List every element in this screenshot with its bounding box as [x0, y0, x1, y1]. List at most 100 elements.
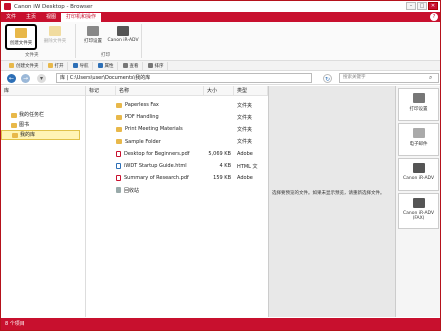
- toolbar-sort[interactable]: 排序: [145, 61, 168, 70]
- address-field[interactable]: 库 | C:\Users\user\Documents\我的库: [56, 73, 312, 83]
- help-icon[interactable]: ?: [430, 13, 438, 21]
- printer-icon: [412, 163, 425, 173]
- history-dropdown-icon[interactable]: ▾: [37, 74, 46, 83]
- name-cell: Desktop for Beginners.pdf: [116, 150, 204, 157]
- ribbon-tabs: 文件 主页 视图 打印机和操作 ?: [1, 12, 440, 22]
- printer-settings-icon: [412, 93, 425, 103]
- item-name: 回收站: [124, 187, 140, 194]
- column-name[interactable]: 名称: [116, 86, 204, 95]
- list-item[interactable]: PDF Handling 文件夹: [86, 111, 268, 123]
- delete-folder-button[interactable]: 删除文件夹: [39, 24, 71, 50]
- file-list: 标记 名称 大小 类型 Paperless Fax 文件夹 PDF Handling…: [86, 86, 268, 317]
- toolbar-properties[interactable]: 属性: [95, 61, 118, 70]
- minimize-button[interactable]: –: [406, 2, 416, 10]
- canon-printer-button[interactable]: Canon iR-ADV: [107, 24, 139, 52]
- tab-view[interactable]: 视图: [41, 12, 61, 22]
- list-item[interactable]: Paperless Fax 文件夹: [86, 99, 268, 111]
- tree-item-my-library[interactable]: 我的库: [1, 130, 80, 140]
- tree-item-label: 图书: [19, 122, 30, 128]
- delete-folder-label: 删除文件夹: [43, 39, 67, 44]
- view-icon: [122, 63, 128, 68]
- type-cell: Adobe: [237, 175, 253, 182]
- name-cell: iWDT Startup Guide.html: [116, 163, 204, 170]
- canon-printer-label: Canon iR-ADV: [107, 38, 139, 43]
- folder-icon: [116, 139, 122, 145]
- output-label: 打印设置: [409, 107, 428, 112]
- name-cell: Summary of Research.pdf: [116, 175, 204, 182]
- group-divider: [75, 24, 76, 58]
- back-button[interactable]: ←: [7, 74, 16, 83]
- list-item[interactable]: Print Meeting Materials 文件夹: [86, 123, 268, 135]
- toolbar-label: 排序: [154, 63, 164, 69]
- preview-pane: 选择要预览的文件。如果未显示预览，请重新选择文件。: [268, 86, 395, 317]
- tree-item-favorites[interactable]: 我的任务栏: [1, 110, 85, 120]
- name-cell: Sample Folder: [116, 139, 204, 145]
- item-name: Desktop for Beginners.pdf: [124, 150, 190, 157]
- navigation-pane: 库 我的任务栏 图书 我的库: [1, 86, 86, 317]
- new-folder-label: 创建文件夹: [9, 41, 33, 46]
- output-canon-fax-button[interactable]: Canon iR-ADV (FAX): [398, 193, 439, 229]
- address-bar: ← → ▾ 库 | C:\Users\user\Documents\我的库 ↻ …: [1, 71, 440, 85]
- print-settings-label: 打印设置: [84, 39, 102, 44]
- group-divider: [141, 24, 142, 58]
- size-cell: 5,069 KB: [208, 150, 231, 157]
- folder-icon: [11, 122, 17, 128]
- title-bar: Canon iW Desktop - Browser – □ ✕: [1, 1, 440, 12]
- tab-printer[interactable]: 打印机和操作: [61, 13, 102, 22]
- output-email-button[interactable]: 电子邮件: [398, 123, 439, 156]
- output-print-settings-button[interactable]: 打印设置: [398, 88, 439, 121]
- list-item[interactable]: Summary of Research.pdf 159 KB Adobe: [86, 172, 268, 184]
- output-canon-printer-button[interactable]: Canon iR-ADV: [398, 158, 439, 191]
- close-button[interactable]: ✕: [428, 2, 438, 10]
- toolbar-view[interactable]: 查看: [120, 61, 143, 70]
- column-mark[interactable]: 标记: [86, 86, 116, 95]
- type-cell: HTML 文: [237, 163, 258, 170]
- toolbar-label: 导航: [79, 63, 89, 69]
- item-name: Print Meeting Materials: [125, 126, 183, 133]
- tab-home[interactable]: 主页: [21, 12, 41, 22]
- folder-icon: [116, 102, 122, 108]
- tab-file[interactable]: 文件: [1, 12, 21, 22]
- open-icon: [47, 63, 53, 68]
- list-item[interactable]: Desktop for Beginners.pdf 5,069 KB Adobe: [86, 148, 268, 160]
- list-item[interactable]: 回收站: [86, 184, 268, 196]
- folder-icon: [9, 63, 14, 68]
- toolbar-new-folder[interactable]: 创建文件夹: [6, 61, 43, 70]
- toolbar-label: 打开: [54, 63, 64, 69]
- window-title: Canon iW Desktop - Browser: [14, 3, 93, 10]
- item-name: PDF Handling: [125, 114, 159, 121]
- type-cell: 文件夹: [237, 114, 253, 121]
- item-name: Sample Folder: [125, 138, 161, 145]
- type-cell: 文件夹: [237, 139, 253, 146]
- column-size[interactable]: 大小: [204, 86, 234, 95]
- sort-icon: [147, 63, 153, 68]
- output-bar: 打印设置 电子邮件 Canon iR-ADV Canon iR-ADV (FAX…: [395, 86, 440, 317]
- print-settings-button[interactable]: 打印设置: [77, 24, 109, 50]
- search-input[interactable]: 搜索关键字: [339, 73, 439, 83]
- new-folder-button[interactable]: 创建文件夹: [5, 24, 37, 50]
- refresh-button[interactable]: ↻: [323, 74, 332, 83]
- printer-settings-icon: [87, 26, 99, 36]
- forward-button[interactable]: →: [21, 74, 30, 83]
- tree-item-books[interactable]: 图书: [1, 120, 85, 130]
- list-item[interactable]: iWDT Startup Guide.html 4 KB HTML 文: [86, 160, 268, 172]
- list-item[interactable]: Sample Folder 文件夹: [86, 136, 268, 148]
- item-name: Paperless Fax: [125, 102, 159, 109]
- output-label: 电子邮件: [409, 142, 428, 147]
- toolbar-navigation[interactable]: 导航: [70, 61, 93, 70]
- type-cell: 文件夹: [237, 102, 253, 109]
- toolbar-label: 查看: [129, 63, 139, 69]
- command-toolbar: 创建文件夹 打开 导航 属性 查看 排序: [1, 61, 440, 71]
- status-bar: 8 个项目: [1, 318, 440, 330]
- list-header: 标记 名称 大小 类型: [86, 86, 268, 96]
- pdf-icon: [116, 150, 121, 157]
- toolbar-open[interactable]: 打开: [45, 61, 68, 70]
- search-icon[interactable]: ⌕: [429, 74, 432, 82]
- maximize-button[interactable]: □: [417, 2, 427, 10]
- folder-icon: [15, 28, 27, 38]
- app-icon: [4, 3, 11, 10]
- toolbar-label: 属性: [104, 63, 114, 69]
- column-type[interactable]: 类型: [234, 86, 268, 95]
- library-icon: [12, 132, 18, 138]
- fax-icon: [412, 198, 425, 208]
